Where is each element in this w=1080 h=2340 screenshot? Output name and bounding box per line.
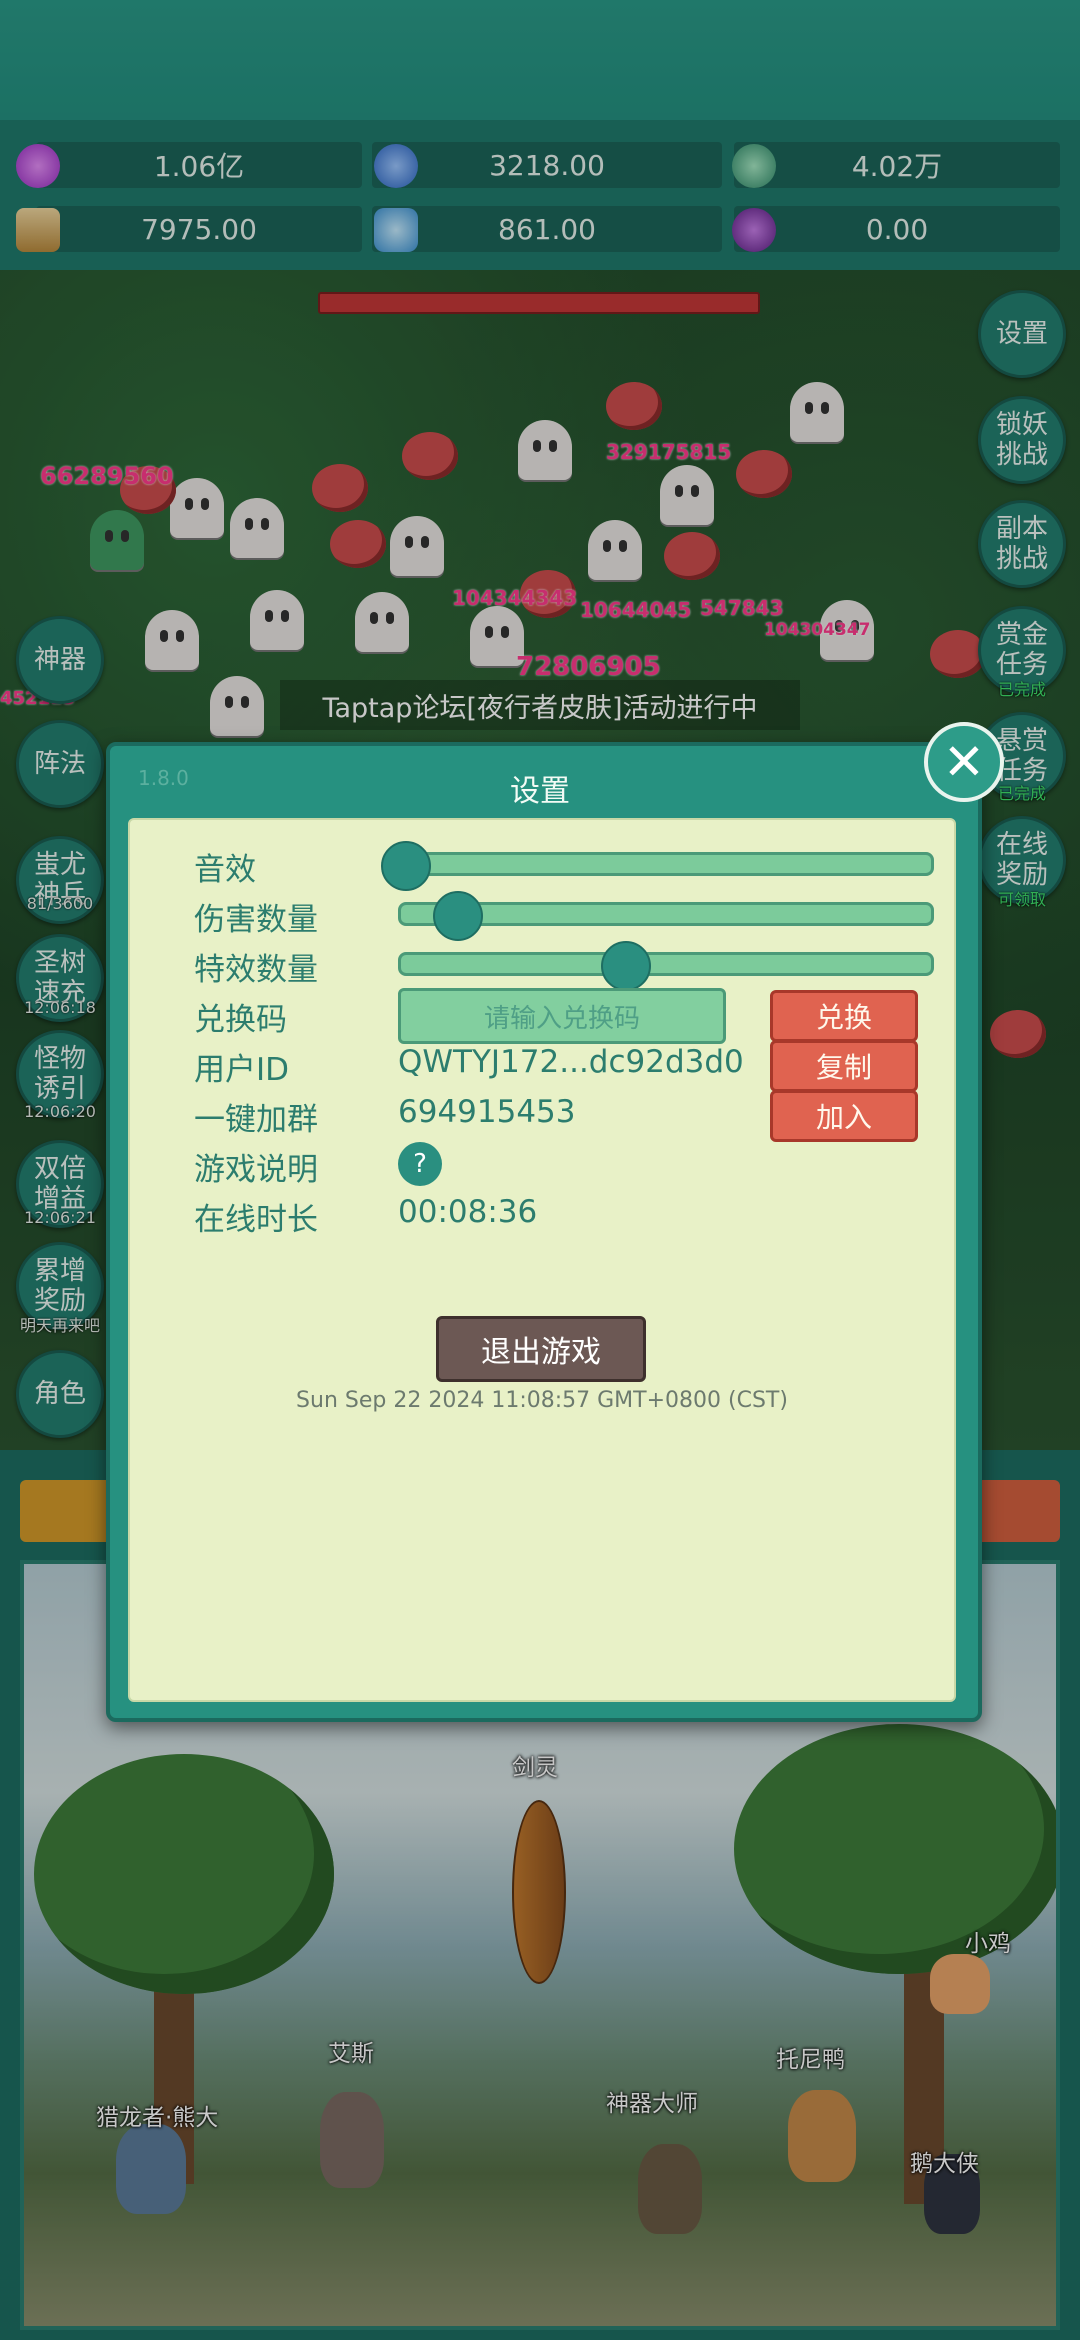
- join-group-label: 一键加群: [194, 1102, 318, 1138]
- sound-label: 音效: [194, 852, 256, 888]
- online-time-label: 在线时长: [194, 1202, 318, 1238]
- join-button[interactable]: 加入: [770, 1090, 918, 1142]
- exit-game-button[interactable]: 退出游戏: [436, 1316, 646, 1382]
- damage-count-label: 伤害数量: [194, 902, 318, 938]
- game-help-label: 游戏说明: [194, 1152, 318, 1188]
- settings-dialog: 1.8.0 设置 音效 伤害数量 特效数量 兑换码 请输入兑换码 兑换 用户ID…: [106, 742, 982, 1722]
- redeem-code-input[interactable]: 请输入兑换码: [398, 988, 726, 1044]
- user-id-label: 用户ID: [194, 1052, 290, 1088]
- sound-slider[interactable]: [398, 852, 934, 876]
- effects-count-slider-knob[interactable]: [601, 941, 652, 991]
- dialog-title: 设置: [510, 774, 570, 809]
- online-time-value: 00:08:36: [398, 1194, 538, 1230]
- user-id-value: QWTYJ172...dc92d3d0: [398, 1044, 744, 1080]
- redeem-code-label: 兑换码: [194, 1002, 287, 1038]
- help-icon[interactable]: ?: [398, 1142, 442, 1186]
- copy-button[interactable]: 复制: [770, 1040, 918, 1092]
- redeem-button[interactable]: 兑换: [770, 990, 918, 1042]
- group-number-value: 694915453: [398, 1094, 576, 1130]
- sound-slider-knob[interactable]: [381, 841, 431, 891]
- effects-count-label: 特效数量: [194, 952, 318, 988]
- close-icon[interactable]: ✕: [924, 722, 1004, 802]
- timestamp-text: Sun Sep 22 2024 11:08:57 GMT+0800 (CST): [296, 1388, 788, 1413]
- settings-panel: 音效 伤害数量 特效数量 兑换码 请输入兑换码 兑换 用户ID QWTYJ172…: [128, 818, 956, 1702]
- effects-count-slider[interactable]: [398, 952, 934, 976]
- damage-count-slider-knob[interactable]: [433, 891, 484, 941]
